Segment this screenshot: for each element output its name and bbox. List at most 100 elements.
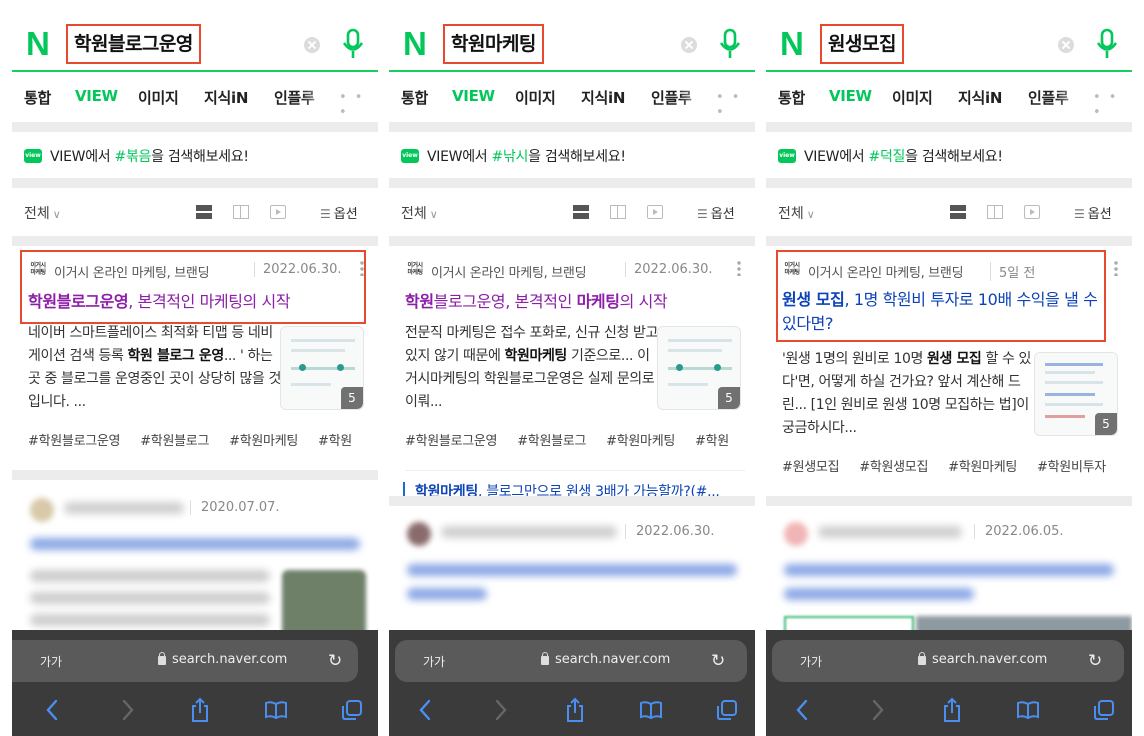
- bookmarks-icon[interactable]: [264, 698, 288, 722]
- view-suggestion-banner[interactable]: view VIEW에서 #볶음을 검색해보세요!: [12, 132, 378, 178]
- hashtag[interactable]: #학원: [318, 430, 352, 449]
- result-preview-image[interactable]: 5: [280, 326, 364, 410]
- result-title-link[interactable]: 학원블로그운영, 본격적인 마케팅의 시작: [28, 290, 358, 314]
- view-suggestion-banner[interactable]: view VIEW에서 #낚시을 검색해보세요!: [389, 132, 755, 178]
- source-name[interactable]: 이거시 온라인 마케팅, 브랜딩: [54, 262, 210, 281]
- back-icon[interactable]: [413, 698, 437, 722]
- tab-all[interactable]: 통합: [24, 87, 51, 108]
- hashtag[interactable]: #학원비투자: [1037, 456, 1106, 475]
- tab-kin[interactable]: 지식iN: [581, 87, 625, 108]
- search-query-input[interactable]: 학원마케팅: [443, 24, 544, 64]
- url-text[interactable]: search.naver.com: [555, 652, 670, 667]
- hashtag[interactable]: #학원블로그: [517, 430, 586, 449]
- source-thumbnail[interactable]: 이거시 마케팅: [782, 262, 802, 276]
- hashtag[interactable]: #학원블로그운영: [405, 430, 498, 449]
- bookmarks-icon[interactable]: [639, 698, 663, 722]
- naver-logo[interactable]: N: [26, 26, 50, 62]
- options-button[interactable]: ☰ 옵션: [1074, 203, 1112, 222]
- tabs-icon[interactable]: [340, 698, 364, 722]
- list-view-icon[interactable]: [950, 205, 966, 219]
- tabs-icon[interactable]: [715, 698, 739, 722]
- tab-all[interactable]: 통합: [401, 87, 428, 108]
- card-view-icon[interactable]: [987, 205, 1003, 219]
- text-size-button[interactable]: 가가: [800, 653, 822, 670]
- tab-all[interactable]: 통합: [778, 87, 805, 108]
- forward-icon[interactable]: [866, 698, 890, 722]
- more-icon[interactable]: • • •: [1093, 90, 1132, 120]
- tab-kin[interactable]: 지식iN: [958, 87, 1002, 108]
- search-query-input[interactable]: 학원블로그운영: [66, 24, 201, 64]
- search-query-input[interactable]: 원생모집: [820, 24, 904, 64]
- hashtag[interactable]: #학원마케팅: [229, 430, 298, 449]
- forward-icon[interactable]: [489, 698, 513, 722]
- result-title-link[interactable]: 학원블로그운영, 본격적인 마케팅의 시작: [405, 290, 735, 314]
- card-view-icon[interactable]: [233, 205, 249, 219]
- naver-logo[interactable]: N: [780, 26, 804, 62]
- address-bar[interactable]: 가가 search.naver.com ↻: [772, 640, 1124, 682]
- result-preview-image[interactable]: 5: [657, 326, 741, 410]
- video-view-icon[interactable]: [647, 205, 663, 219]
- source-thumbnail[interactable]: 이거시 마케팅: [28, 262, 48, 276]
- hashtag[interactable]: #원생모집: [782, 456, 840, 475]
- clear-icon[interactable]: [304, 37, 320, 53]
- image-count-badge: 5: [341, 387, 363, 409]
- video-view-icon[interactable]: [270, 205, 286, 219]
- clear-icon[interactable]: [1058, 37, 1074, 53]
- view-suggestion-banner[interactable]: view VIEW에서 #덕질을 검색해보세요!: [766, 132, 1132, 178]
- result-title-link[interactable]: 원생 모집, 1명 학원비 투자로 10배 수익을 낼 수 있다면?: [782, 288, 1102, 336]
- source-name[interactable]: 이거시 온라인 마케팅, 브랜딩: [431, 262, 587, 281]
- hashtag[interactable]: #학원블로그: [140, 430, 209, 449]
- tab-images[interactable]: 이미지: [138, 87, 179, 108]
- back-icon[interactable]: [40, 698, 64, 722]
- url-text[interactable]: search.naver.com: [172, 652, 287, 667]
- hashtag[interactable]: #학원생모집: [859, 456, 928, 475]
- tab-view[interactable]: VIEW: [829, 87, 872, 105]
- clear-icon[interactable]: [681, 37, 697, 53]
- source-thumbnail[interactable]: 이거시 마케팅: [405, 262, 425, 276]
- address-bar[interactable]: 가가 search.naver.com ↻: [395, 640, 747, 682]
- back-icon[interactable]: [790, 698, 814, 722]
- card-view-icon[interactable]: [610, 205, 626, 219]
- filter-all-dropdown[interactable]: 전체 ∨: [401, 203, 438, 223]
- naver-logo[interactable]: N: [403, 26, 427, 62]
- video-view-icon[interactable]: [1024, 205, 1040, 219]
- more-icon[interactable]: • • •: [716, 90, 755, 120]
- microphone-icon[interactable]: [719, 28, 741, 60]
- more-icon[interactable]: • • •: [339, 90, 378, 120]
- tab-images[interactable]: 이미지: [892, 87, 933, 108]
- text-size-button[interactable]: 가가: [40, 653, 62, 670]
- reload-icon[interactable]: ↻: [1088, 651, 1102, 671]
- options-button[interactable]: ☰ 옵션: [320, 203, 358, 222]
- reload-icon[interactable]: ↻: [711, 651, 725, 671]
- address-bar[interactable]: 가가 search.naver.com ↻: [12, 640, 358, 682]
- source-name[interactable]: 이거시 온라인 마케팅, 브랜딩: [808, 262, 964, 281]
- hashtag[interactable]: #학원블로그운영: [28, 430, 121, 449]
- kebab-menu-icon[interactable]: [737, 260, 741, 276]
- tab-view[interactable]: VIEW: [75, 87, 118, 105]
- bookmarks-icon[interactable]: [1016, 698, 1040, 722]
- options-button[interactable]: ☰ 옵션: [697, 203, 735, 222]
- microphone-icon[interactable]: [1096, 28, 1118, 60]
- hashtag[interactable]: #학원마케팅: [606, 430, 675, 449]
- share-icon[interactable]: [188, 697, 212, 722]
- result-preview-image[interactable]: 5: [1034, 352, 1118, 436]
- kebab-menu-icon[interactable]: [1114, 260, 1118, 276]
- share-icon[interactable]: [940, 697, 964, 722]
- reload-icon[interactable]: ↻: [328, 651, 342, 671]
- hashtag[interactable]: #학원마케팅: [948, 456, 1017, 475]
- tab-kin[interactable]: 지식iN: [204, 87, 248, 108]
- tab-view[interactable]: VIEW: [452, 87, 495, 105]
- tabs-icon[interactable]: [1092, 698, 1116, 722]
- hashtag[interactable]: #학원: [695, 430, 729, 449]
- kebab-menu-icon[interactable]: [360, 260, 364, 276]
- text-size-button[interactable]: 가가: [423, 653, 445, 670]
- microphone-icon[interactable]: [342, 28, 364, 60]
- filter-all-dropdown[interactable]: 전체 ∨: [24, 203, 61, 223]
- list-view-icon[interactable]: [573, 205, 589, 219]
- filter-all-dropdown[interactable]: 전체 ∨: [778, 203, 815, 223]
- tab-images[interactable]: 이미지: [515, 87, 556, 108]
- forward-icon[interactable]: [116, 698, 140, 722]
- share-icon[interactable]: [563, 697, 587, 722]
- list-view-icon[interactable]: [196, 205, 212, 219]
- url-text[interactable]: search.naver.com: [932, 652, 1047, 667]
